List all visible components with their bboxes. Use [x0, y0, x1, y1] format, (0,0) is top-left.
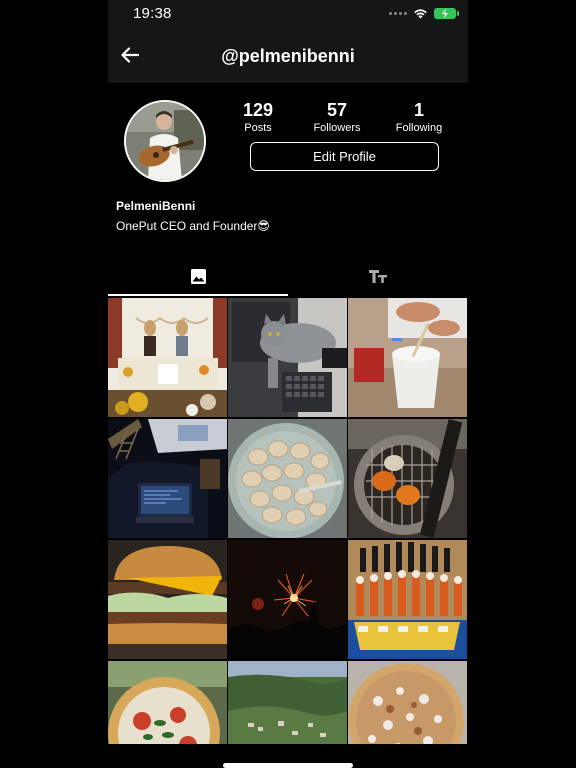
home-indicator[interactable] — [223, 763, 353, 768]
post-thumbnail[interactable] — [348, 661, 467, 744]
avatar[interactable] — [124, 100, 206, 182]
status-time: 19:38 — [133, 5, 172, 22]
margherita-pizza-photo — [108, 661, 227, 744]
post-thumbnail[interactable] — [108, 419, 227, 538]
stat-value: 129 — [242, 100, 274, 120]
image-icon — [190, 268, 206, 284]
profile-header: @pelmenibenni — [108, 26, 468, 83]
stat-value: 1 — [413, 100, 424, 120]
cellular-dots-icon — [389, 11, 407, 15]
stat-posts[interactable]: 129 Posts — [218, 100, 298, 135]
tab-text[interactable] — [288, 258, 468, 294]
ice-cream-cup-photo — [348, 298, 467, 417]
loaded-pizza-photo — [348, 661, 467, 744]
phone-frame: 19:38 @pelmenibenni 129 Posts 57 Followe… — [108, 0, 468, 768]
text-format-icon — [369, 270, 387, 283]
cheeseburger-photo — [108, 540, 227, 659]
profile-bio: OnePut CEO and Founder😎 — [116, 219, 270, 233]
post-thumbnail[interactable] — [228, 661, 347, 744]
post-thumbnail[interactable] — [228, 298, 347, 417]
status-bar: 19:38 — [108, 0, 468, 26]
outdoor-screen-laptop-photo — [108, 419, 227, 538]
festival-altar-photo — [108, 298, 227, 417]
stat-label: Posts — [244, 122, 272, 134]
display-name: PelmeniBenni — [116, 199, 196, 213]
grill-cooking-photo — [348, 419, 467, 538]
posts-grid — [108, 298, 468, 744]
post-thumbnail[interactable] — [348, 419, 467, 538]
stat-following[interactable]: 1 Following — [379, 100, 459, 135]
post-thumbnail[interactable] — [108, 540, 227, 659]
post-thumbnail[interactable] — [348, 298, 467, 417]
chess-set-photo — [348, 540, 467, 659]
post-thumbnail[interactable] — [108, 661, 227, 744]
dumplings-bowl-photo — [228, 419, 347, 538]
edit-profile-button[interactable]: Edit Profile — [250, 142, 439, 171]
profile-stats: 129 Posts 57 Followers 1 Following — [234, 100, 464, 136]
fireworks-photo — [228, 540, 347, 659]
wifi-icon — [414, 8, 427, 18]
stat-label: Followers — [313, 122, 361, 134]
post-thumbnail[interactable] — [108, 298, 227, 417]
cat-on-desk-photo — [228, 298, 347, 417]
post-thumbnail[interactable] — [228, 419, 347, 538]
stat-label: Following — [395, 122, 443, 134]
post-thumbnail[interactable] — [228, 540, 347, 659]
stat-followers[interactable]: 57 Followers — [297, 100, 377, 135]
status-icons — [389, 6, 459, 20]
post-thumbnail[interactable] — [348, 540, 467, 659]
tab-images[interactable] — [108, 258, 288, 296]
page-title: @pelmenibenni — [221, 46, 355, 66]
battery-charging-icon — [434, 7, 459, 19]
stat-value: 57 — [326, 100, 348, 120]
app-screen: 19:38 @pelmenibenni 129 Posts 57 Followe… — [0, 0, 576, 768]
coastal-aerial-photo — [228, 661, 347, 744]
content-tabs — [108, 258, 468, 296]
